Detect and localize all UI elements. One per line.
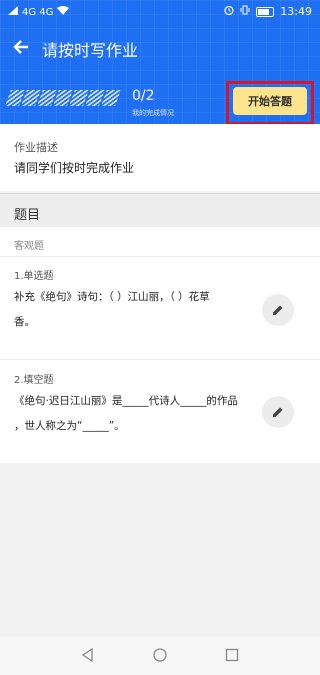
progress-caption: 我的完成情况 <box>132 109 174 117</box>
progress-area: 0/2 我的完成情况 <box>5 88 218 120</box>
question-type: 1.单选题 <box>14 271 54 282</box>
section-title: 题目 <box>14 208 41 223</box>
signal-icon <box>8 6 18 18</box>
alarm-icon <box>224 5 234 18</box>
question-text-line: 香。 <box>14 316 35 328</box>
question-text-line: 《绝句·迟日江山丽》是_____代诗人_____的作品 <box>14 395 238 407</box>
question-text-line: 补充《绝句》诗句：（ ）江山丽，（ ）花草 <box>14 291 210 303</box>
status-time: 13:49 <box>280 5 312 18</box>
question-category: 客观题 <box>14 241 44 252</box>
page-title: 请按时写作业 <box>42 41 139 60</box>
progress-stripe <box>101 90 121 106</box>
question-text-line: ，世人称之为“_____”。 <box>14 420 125 432</box>
edit-button[interactable] <box>262 396 294 428</box>
divider <box>0 256 320 257</box>
progress-count: 0/2 <box>132 88 155 104</box>
status-left: 4G 4G <box>8 6 70 18</box>
start-answer-button[interactable]: 开始答题 <box>233 87 307 115</box>
question-list: 客观题 1.单选题 补充《绝句》诗句：（ ）江山丽，（ ）花草 香。 2.填空题… <box>0 227 320 463</box>
divider <box>0 359 320 360</box>
status-right: 13:49 <box>224 5 312 18</box>
battery-icon <box>256 6 275 17</box>
nav-home-icon[interactable] <box>152 647 168 663</box>
pencil-icon <box>273 305 283 315</box>
nav-recent-icon[interactable] <box>224 647 240 663</box>
pencil-icon <box>273 407 283 417</box>
question-type: 2.填空题 <box>14 375 54 386</box>
progress-stripes <box>5 90 121 106</box>
section-header: 题目 <box>0 193 320 228</box>
nav-back-icon[interactable] <box>80 647 96 663</box>
app-bar: 请按时写作业 <box>0 30 320 64</box>
description-text: 请同学们按时完成作业 <box>14 161 135 175</box>
vibrate-icon <box>240 5 250 18</box>
back-arrow-icon[interactable] <box>10 36 32 58</box>
edit-button[interactable] <box>262 294 294 326</box>
wifi-icon <box>57 6 70 18</box>
description-card: 作业描述 请同学们按时完成作业 <box>0 124 320 191</box>
carrier-text: 4G 4G <box>22 6 54 18</box>
question-text[interactable]: 补充《绝句》诗句：（ ）江山丽，（ ）花草 香。 <box>14 285 250 335</box>
status-bar: 4G 4G 13:49 <box>0 0 320 24</box>
system-nav-bar <box>0 637 320 675</box>
description-label: 作业描述 <box>14 141 58 154</box>
question-text[interactable]: 《绝句·迟日江山丽》是_____代诗人_____的作品 ，世人称之为“_____… <box>14 389 250 439</box>
